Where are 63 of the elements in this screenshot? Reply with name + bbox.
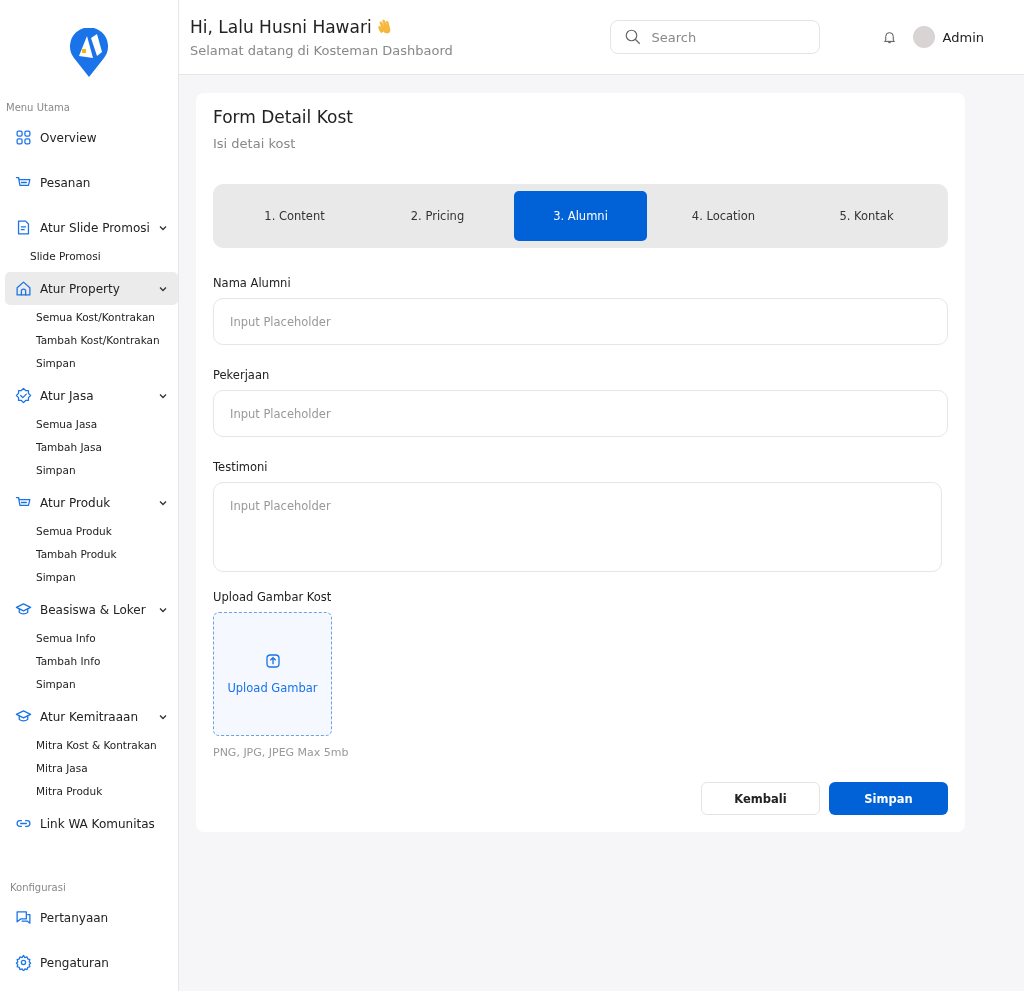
step-tab[interactable]: 4. Location <box>657 191 790 241</box>
sidebar-item[interactable]: Pesanan <box>5 166 178 199</box>
step-tab[interactable]: 3. Alumni <box>514 191 647 241</box>
step-tab[interactable]: 5. Kontak <box>800 191 933 241</box>
chat-bubbles-icon <box>15 909 32 926</box>
user-name: Admin <box>942 29 984 45</box>
search-field[interactable]: Search <box>609 20 820 54</box>
section-heading: Menu Utama <box>5 101 71 115</box>
upload-button[interactable]: Upload Gambar <box>213 612 332 736</box>
submenu-item[interactable]: Mitra Produk <box>0 781 178 801</box>
field-label: Testimoni <box>213 460 269 474</box>
submenu-item[interactable]: Simpan <box>0 567 178 587</box>
section-heading: Konfigurasi <box>9 881 67 895</box>
sidebar-group[interactable]: Atur Jasa <box>5 379 178 412</box>
gear-icon <box>15 954 32 971</box>
submenu-item[interactable]: Tambah Jasa <box>0 437 178 457</box>
house-icon <box>15 280 32 297</box>
sidebar-group[interactable]: Atur Produk <box>5 486 178 519</box>
step-tab[interactable]: 1. Content <box>228 191 361 241</box>
field-label: Nama Alumni <box>213 276 292 290</box>
submenu-item[interactable]: Slide Promosi <box>0 246 178 266</box>
submenu-item[interactable]: Tambah Produk <box>0 544 178 564</box>
back-button[interactable]: Kembali <box>701 782 820 815</box>
save-button[interactable]: Simpan <box>829 782 948 815</box>
graduation-cap-icon <box>15 601 32 618</box>
form-title: Form Detail Kost <box>213 107 354 127</box>
bell-icon[interactable] <box>881 29 897 45</box>
field-label: Upload Gambar Kost <box>213 590 333 604</box>
submenu-item[interactable]: Tambah Kost/Kontrakan <box>0 330 178 350</box>
submenu-item[interactable]: Simpan <box>0 674 178 694</box>
sidebar-group[interactable]: Atur Property <box>5 272 178 305</box>
textarea-field[interactable]: Input Placeholder <box>213 482 942 572</box>
submenu-item[interactable]: Mitra Kost & Kontrakan <box>0 735 178 755</box>
input-field[interactable]: Input Placeholder <box>213 390 948 437</box>
submenu-item[interactable]: Simpan <box>0 353 178 373</box>
document-icon <box>15 219 32 236</box>
sidebar-group[interactable]: Atur Kemitraaan <box>5 700 178 733</box>
welcome-subtitle: Selamat datang di Kosteman Dashbaord <box>190 42 454 58</box>
grid-icon <box>15 129 32 146</box>
sidebar-item[interactable]: Link WA Komunitas <box>5 807 178 840</box>
graduation-cap-icon <box>15 708 32 725</box>
field-label: Pekerjaan <box>213 368 271 382</box>
upload-icon <box>264 653 281 669</box>
form-subtitle: Isi detai kost <box>213 136 297 151</box>
submenu-item[interactable]: Semua Jasa <box>0 414 178 434</box>
submenu-item[interactable]: Simpan <box>0 460 178 480</box>
sidebar-group[interactable]: Atur Slide Promosi <box>5 211 178 244</box>
submenu-item[interactable]: Tambah Info <box>0 651 178 671</box>
submenu-item[interactable]: Mitra Jasa <box>0 758 178 778</box>
sidebar-item[interactable]: Pengaturan <box>5 946 178 979</box>
submenu-item[interactable]: Semua Info <box>0 628 178 648</box>
sidebar-group[interactable]: Beasiswa & Loker <box>5 593 178 626</box>
step-tab[interactable]: 2. Pricing <box>371 191 504 241</box>
sidebar-item[interactable]: Pertanyaan <box>5 901 178 934</box>
logo-icon <box>69 28 109 78</box>
input-field[interactable]: Input Placeholder <box>213 298 948 345</box>
search-icon <box>623 28 642 46</box>
submenu-item[interactable]: Semua Produk <box>0 521 178 541</box>
greeting-title: Hi, Lalu Husni Hawari <box>190 16 372 37</box>
upload-hint: PNG, JPG, JPEG Max 5mb <box>213 746 350 759</box>
submenu-item[interactable]: Semua Kost/Kontrakan <box>0 307 178 327</box>
badge-check-icon <box>15 387 32 404</box>
sidebar-item[interactable]: Overview <box>5 121 178 154</box>
